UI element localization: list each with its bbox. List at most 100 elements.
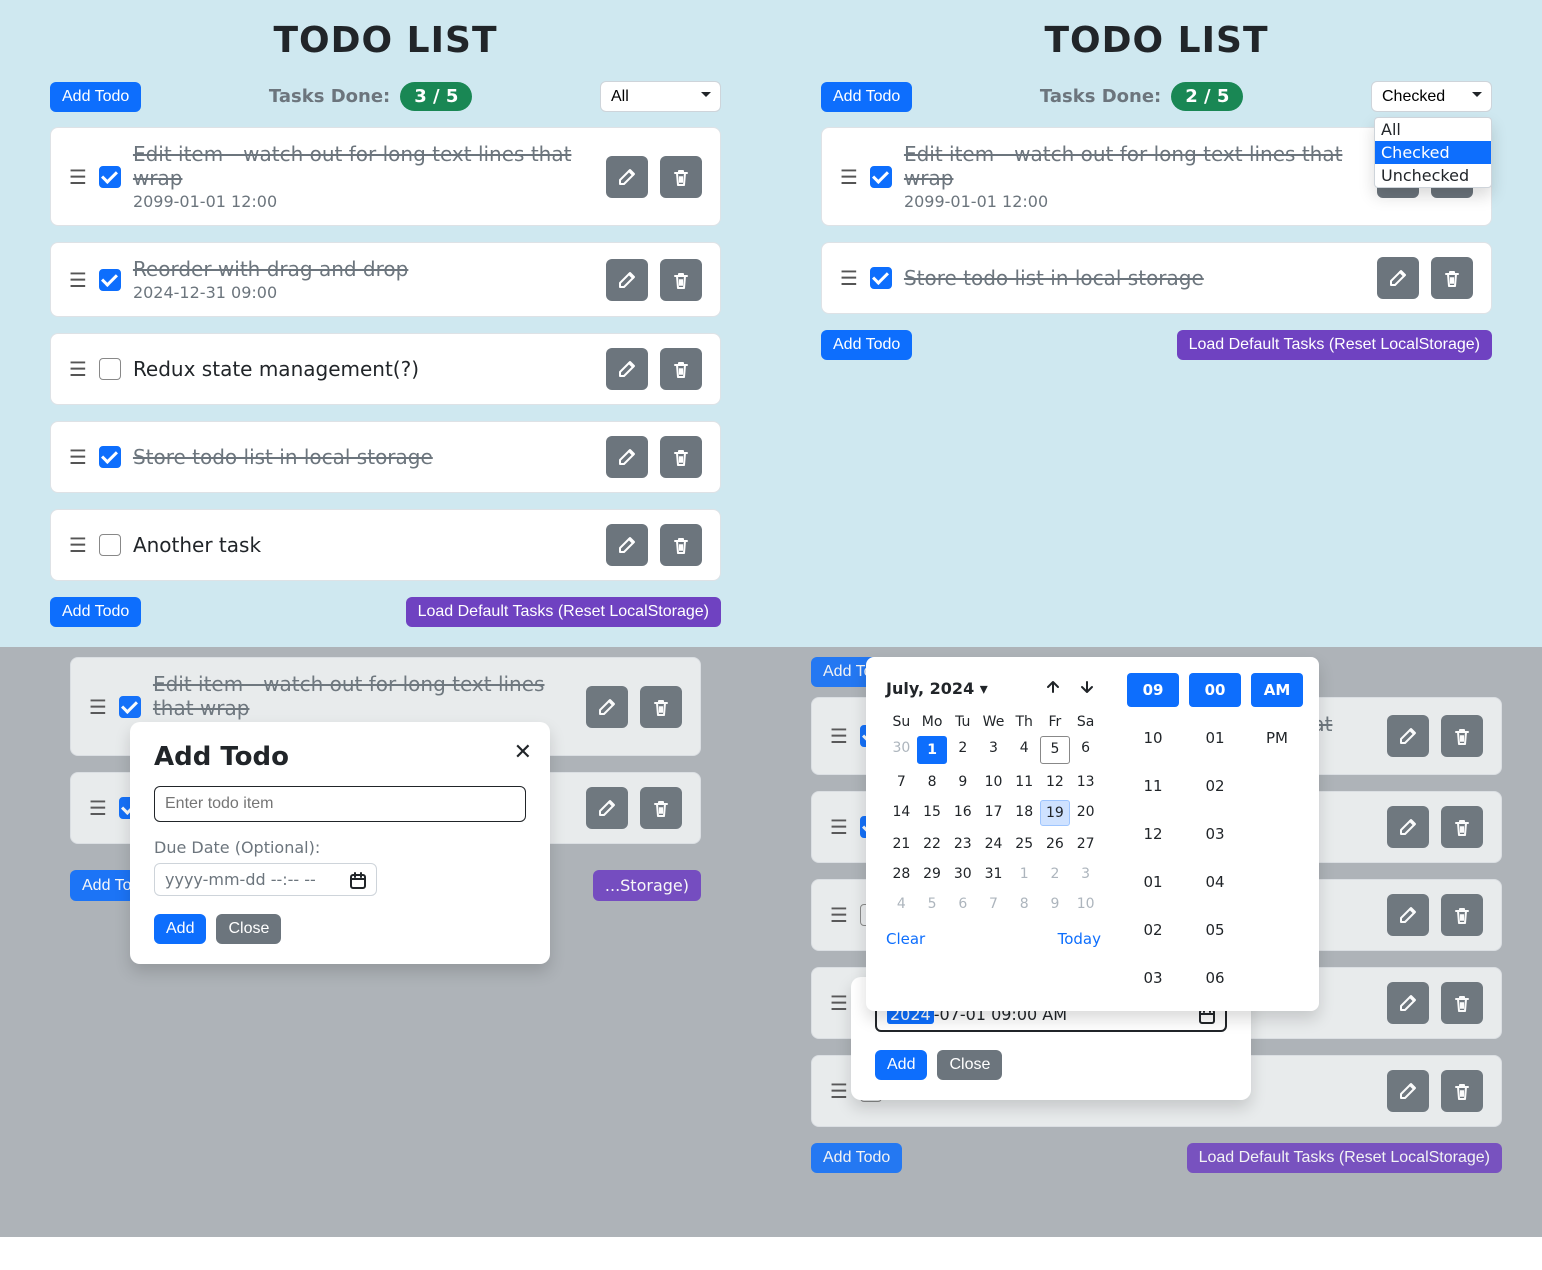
calendar-day[interactable]: 3 bbox=[1070, 862, 1101, 886]
edit-icon[interactable] bbox=[606, 348, 648, 390]
add-todo-button[interactable]: Add Todo bbox=[50, 82, 141, 112]
hour-option[interactable]: 10 bbox=[1127, 721, 1179, 755]
ampm-option[interactable]: PM bbox=[1251, 721, 1303, 755]
delete-icon[interactable] bbox=[1441, 894, 1483, 936]
calendar-day[interactable]: 2 bbox=[947, 736, 978, 764]
minute-option[interactable]: 01 bbox=[1189, 721, 1241, 755]
add-todo-button[interactable]: Add Todo bbox=[821, 82, 912, 112]
calendar-day[interactable]: 3 bbox=[978, 736, 1009, 764]
delete-icon[interactable] bbox=[1441, 982, 1483, 1024]
calendar-day[interactable]: 6 bbox=[1070, 736, 1101, 764]
prev-month-icon[interactable] bbox=[1039, 673, 1067, 704]
done-checkbox[interactable] bbox=[870, 267, 892, 289]
minute-option[interactable]: 05 bbox=[1189, 913, 1241, 947]
calendar-today[interactable]: Today bbox=[1058, 930, 1101, 948]
calendar-day[interactable]: 27 bbox=[1070, 832, 1101, 856]
calendar-day[interactable]: 13 bbox=[1070, 770, 1101, 794]
done-checkbox[interactable] bbox=[99, 534, 121, 556]
reset-button[interactable]: Load Default Tasks (Reset LocalStorage) bbox=[406, 597, 721, 627]
calendar-day[interactable]: 21 bbox=[886, 832, 917, 856]
drag-handle-icon[interactable]: ☰ bbox=[840, 167, 858, 187]
calendar-day[interactable]: 5 bbox=[917, 892, 948, 916]
reset-button[interactable]: Load Default Tasks (Reset LocalStorage) bbox=[1177, 330, 1492, 360]
done-checkbox[interactable] bbox=[119, 696, 141, 718]
add-todo-button[interactable]: Add Todo bbox=[821, 330, 912, 360]
calendar-clear[interactable]: Clear bbox=[886, 930, 925, 948]
calendar-day[interactable]: 15 bbox=[917, 800, 948, 826]
close-button[interactable]: Close bbox=[216, 914, 281, 944]
hour-option[interactable]: 02 bbox=[1127, 913, 1179, 947]
calendar-day[interactable]: 26 bbox=[1040, 832, 1071, 856]
add-button[interactable]: Add bbox=[154, 914, 206, 944]
delete-icon[interactable] bbox=[640, 787, 682, 829]
minute-option[interactable]: 02 bbox=[1189, 769, 1241, 803]
delete-icon[interactable] bbox=[1441, 1070, 1483, 1112]
calendar-day[interactable]: 10 bbox=[1070, 892, 1101, 916]
filter-select[interactable]: AllCheckedUnchecked bbox=[1371, 81, 1492, 112]
done-checkbox[interactable] bbox=[99, 358, 121, 380]
calendar-day[interactable]: 20 bbox=[1070, 800, 1101, 826]
minute-option[interactable]: 06 bbox=[1189, 961, 1241, 995]
edit-icon[interactable] bbox=[1387, 715, 1429, 757]
hour-option[interactable]: 09 bbox=[1127, 673, 1179, 707]
calendar-day[interactable]: 22 bbox=[917, 832, 948, 856]
delete-icon[interactable] bbox=[1441, 806, 1483, 848]
filter-dropdown-open[interactable]: AllCheckedUnchecked bbox=[1374, 117, 1492, 188]
delete-icon[interactable] bbox=[660, 436, 702, 478]
edit-icon[interactable] bbox=[606, 259, 648, 301]
drag-handle-icon[interactable]: ☰ bbox=[69, 167, 87, 187]
calendar-day[interactable]: 12 bbox=[1040, 770, 1071, 794]
calendar-month-label[interactable]: July, 2024 ▾ bbox=[886, 679, 988, 698]
calendar-day[interactable]: 30 bbox=[947, 862, 978, 886]
delete-icon[interactable] bbox=[1431, 257, 1473, 299]
calendar-day[interactable]: 7 bbox=[978, 892, 1009, 916]
calendar-day[interactable]: 9 bbox=[947, 770, 978, 794]
filter-select[interactable]: AllCheckedUnchecked bbox=[600, 81, 721, 112]
drag-handle-icon[interactable]: ☰ bbox=[69, 359, 87, 379]
hour-option[interactable]: 03 bbox=[1127, 961, 1179, 995]
add-todo-button[interactable]: Add Todo bbox=[811, 1143, 902, 1173]
edit-icon[interactable] bbox=[1377, 257, 1419, 299]
calendar-day[interactable]: 23 bbox=[947, 832, 978, 856]
calendar-day[interactable]: 1 bbox=[917, 736, 948, 764]
drag-handle-icon[interactable]: ☰ bbox=[830, 993, 848, 1013]
delete-icon[interactable] bbox=[660, 524, 702, 566]
edit-icon[interactable] bbox=[1387, 982, 1429, 1024]
minute-option[interactable]: 00 bbox=[1189, 673, 1241, 707]
drag-handle-icon[interactable]: ☰ bbox=[69, 270, 87, 290]
delete-icon[interactable] bbox=[660, 348, 702, 390]
drag-handle-icon[interactable]: ☰ bbox=[840, 268, 858, 288]
filter-option[interactable]: Unchecked bbox=[1375, 164, 1491, 187]
drag-handle-icon[interactable]: ☰ bbox=[69, 535, 87, 555]
filter-option[interactable]: Checked bbox=[1375, 141, 1491, 164]
close-icon[interactable]: ✕ bbox=[514, 740, 532, 765]
calendar-day[interactable]: 2 bbox=[1040, 862, 1071, 886]
minute-option[interactable]: 03 bbox=[1189, 817, 1241, 851]
calendar-icon[interactable] bbox=[348, 871, 366, 889]
edit-icon[interactable] bbox=[606, 524, 648, 566]
edit-icon[interactable] bbox=[586, 686, 628, 728]
calendar-day[interactable]: 9 bbox=[1040, 892, 1071, 916]
edit-icon[interactable] bbox=[586, 787, 628, 829]
calendar-day[interactable]: 19 bbox=[1040, 800, 1071, 826]
calendar-day[interactable]: 7 bbox=[886, 770, 917, 794]
edit-icon[interactable] bbox=[606, 156, 648, 198]
date-placeholder[interactable]: yyyy-mm-dd --:-- -- bbox=[165, 870, 348, 889]
close-button[interactable]: Close bbox=[937, 1050, 1002, 1080]
calendar-day[interactable]: 31 bbox=[978, 862, 1009, 886]
drag-handle-icon[interactable]: ☰ bbox=[89, 798, 107, 818]
hour-option[interactable]: 01 bbox=[1127, 865, 1179, 899]
drag-handle-icon[interactable]: ☰ bbox=[830, 905, 848, 925]
calendar-day[interactable]: 10 bbox=[978, 770, 1009, 794]
calendar-day[interactable]: 14 bbox=[886, 800, 917, 826]
drag-handle-icon[interactable]: ☰ bbox=[830, 726, 848, 746]
done-checkbox[interactable] bbox=[870, 166, 892, 188]
calendar-day[interactable]: 30 bbox=[886, 736, 917, 764]
calendar-day[interactable]: 5 bbox=[1040, 736, 1071, 764]
delete-icon[interactable] bbox=[660, 259, 702, 301]
edit-icon[interactable] bbox=[1387, 1070, 1429, 1112]
edit-icon[interactable] bbox=[606, 436, 648, 478]
calendar-day[interactable]: 28 bbox=[886, 862, 917, 886]
add-button[interactable]: Add bbox=[875, 1050, 927, 1080]
delete-icon[interactable] bbox=[1441, 715, 1483, 757]
